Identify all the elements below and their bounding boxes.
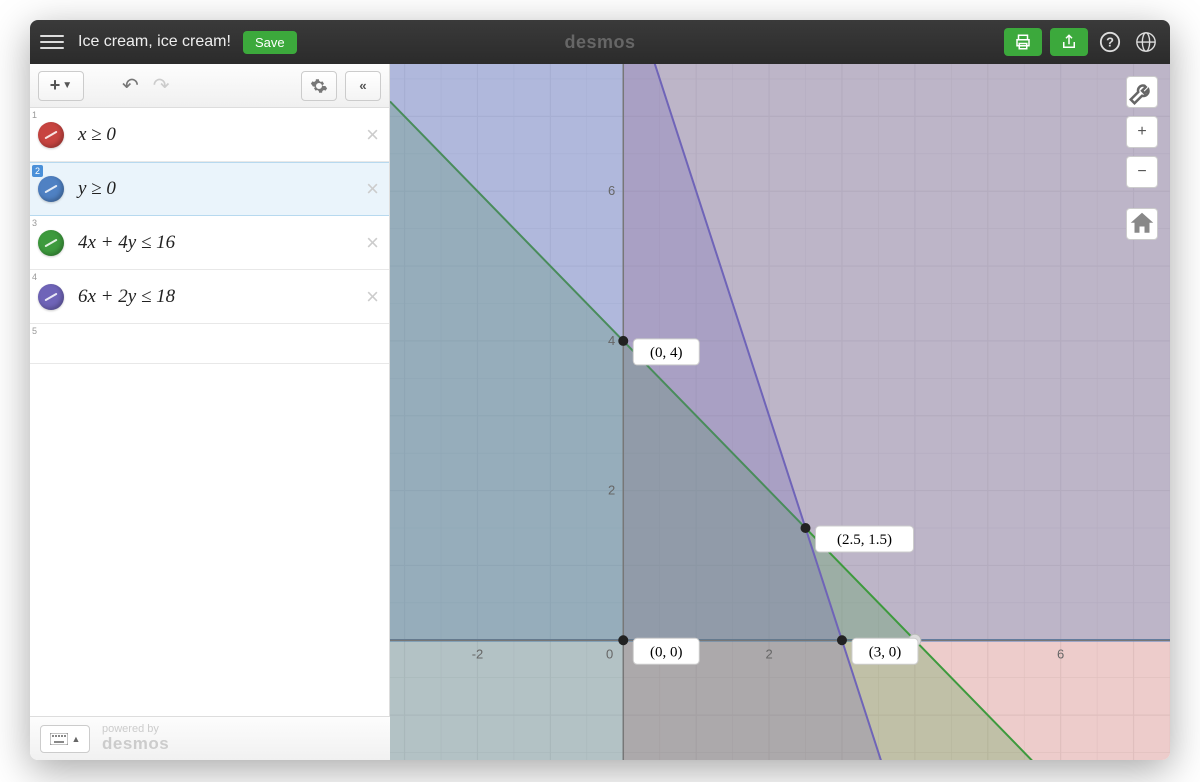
svg-text:(0, 4): (0, 4) bbox=[650, 345, 683, 361]
keypad-toggle-button[interactable]: ▲ bbox=[40, 725, 90, 753]
expression-row[interactable]: 2 y ≥ 0× bbox=[30, 162, 389, 216]
print-button[interactable] bbox=[1004, 28, 1042, 56]
color-toggle[interactable] bbox=[38, 176, 64, 202]
row-number: 1 bbox=[32, 110, 37, 120]
svg-text:(3, 0): (3, 0) bbox=[869, 644, 902, 660]
settings-button[interactable] bbox=[301, 71, 337, 101]
delete-expression-button[interactable]: × bbox=[366, 122, 379, 148]
undo-redo-group: ↶ ↷ bbox=[122, 73, 170, 98]
gear-icon bbox=[310, 77, 328, 95]
delete-expression-button[interactable]: × bbox=[366, 176, 379, 202]
zoom-in-button[interactable]: + bbox=[1126, 116, 1158, 148]
svg-text:2: 2 bbox=[765, 646, 772, 661]
expression-input[interactable]: 4x + 4y ≤ 16 bbox=[78, 232, 366, 254]
keyboard-icon bbox=[50, 733, 68, 745]
delete-expression-button[interactable]: × bbox=[366, 230, 379, 256]
document-title[interactable]: Ice cream, ice cream! bbox=[78, 33, 231, 51]
graph-canvas[interactable]: -22460246(0, 4)(2.5, 1.5)(0, 0)(3, 0) bbox=[390, 64, 1170, 760]
add-expression-button[interactable]: + ▼ bbox=[38, 71, 84, 101]
graph-area[interactable]: -22460246(0, 4)(2.5, 1.5)(0, 0)(3, 0) + … bbox=[390, 64, 1170, 760]
zoom-out-button[interactable]: − bbox=[1126, 156, 1158, 188]
help-icon: ? bbox=[1099, 31, 1121, 53]
row-number: 4 bbox=[32, 272, 37, 282]
topbar-right: ? bbox=[1004, 28, 1160, 56]
svg-text:6: 6 bbox=[608, 183, 615, 198]
svg-text:0: 0 bbox=[606, 646, 613, 661]
home-icon bbox=[1127, 209, 1157, 239]
wrench-icon bbox=[1127, 77, 1157, 107]
color-toggle[interactable] bbox=[38, 284, 64, 310]
svg-text:(2.5, 1.5): (2.5, 1.5) bbox=[837, 532, 892, 548]
color-toggle[interactable] bbox=[38, 230, 64, 256]
share-icon bbox=[1060, 33, 1078, 51]
help-button[interactable]: ? bbox=[1096, 28, 1124, 56]
chevron-left-icon: « bbox=[359, 78, 366, 93]
expression-input[interactable]: y ≥ 0 bbox=[78, 178, 366, 200]
expression-row[interactable]: 4 6x + 2y ≤ 18× bbox=[30, 270, 389, 324]
menu-icon[interactable] bbox=[40, 30, 64, 54]
color-toggle[interactable] bbox=[38, 122, 64, 148]
print-icon bbox=[1014, 33, 1032, 51]
home-button[interactable] bbox=[1126, 208, 1158, 240]
row-number: 3 bbox=[32, 218, 37, 228]
graph-controls: + − bbox=[1126, 76, 1158, 240]
expression-list: 1x ≥ 0×2y ≥ 0×34x + 4y ≤ 16×46x + 2y ≤ 1… bbox=[30, 108, 390, 760]
expression-row[interactable]: 3 4x + 4y ≤ 16× bbox=[30, 216, 389, 270]
globe-icon bbox=[1135, 31, 1157, 53]
expression-row[interactable]: 1 x ≥ 0× bbox=[30, 108, 389, 162]
chevron-up-icon: ▲ bbox=[72, 734, 81, 744]
row-number: 5 bbox=[32, 326, 37, 336]
svg-text:6: 6 bbox=[1057, 646, 1064, 661]
undo-button[interactable]: ↶ bbox=[122, 73, 139, 98]
svg-text:4: 4 bbox=[608, 333, 615, 348]
svg-text:?: ? bbox=[1106, 35, 1114, 50]
expression-input[interactable]: x ≥ 0 bbox=[78, 124, 366, 146]
svg-text:2: 2 bbox=[608, 483, 615, 498]
minus-icon: − bbox=[1137, 163, 1146, 181]
app-window: Ice cream, ice cream! Save desmos ? + ▼ … bbox=[30, 20, 1170, 760]
row-number: 2 bbox=[32, 165, 43, 177]
graph-settings-button[interactable] bbox=[1126, 76, 1158, 108]
svg-text:-2: -2 bbox=[472, 646, 484, 661]
svg-text:(0, 0): (0, 0) bbox=[650, 644, 683, 660]
language-button[interactable] bbox=[1132, 28, 1160, 56]
plus-icon: + bbox=[1137, 123, 1146, 141]
sidebar-footer: ▲ powered by desmos bbox=[30, 716, 390, 760]
expression-input[interactable]: 6x + 2y ≤ 18 bbox=[78, 286, 366, 308]
save-button[interactable]: Save bbox=[243, 31, 297, 54]
brand-logo: desmos bbox=[564, 32, 635, 53]
delete-expression-button[interactable]: × bbox=[366, 284, 379, 310]
expression-row[interactable]: 5 bbox=[30, 324, 389, 364]
plus-icon: + bbox=[50, 75, 61, 96]
chevron-down-icon: ▼ bbox=[62, 80, 72, 91]
redo-button: ↷ bbox=[153, 73, 170, 98]
topbar: Ice cream, ice cream! Save desmos ? bbox=[30, 20, 1170, 64]
collapse-sidebar-button[interactable]: « bbox=[345, 71, 381, 101]
share-button[interactable] bbox=[1050, 28, 1088, 56]
powered-by-label: powered by desmos bbox=[102, 723, 169, 754]
expression-toolbar: + ▼ ↶ ↷ « bbox=[30, 64, 390, 108]
